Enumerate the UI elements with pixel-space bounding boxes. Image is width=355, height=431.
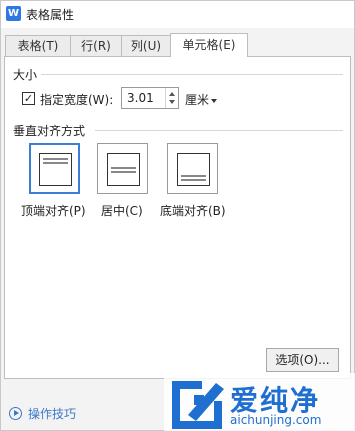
valign-section-divider <box>95 130 343 131</box>
align-line <box>181 175 206 177</box>
align-top-icon <box>39 153 72 186</box>
tab-cell[interactable]: 单元格(E) <box>170 33 248 57</box>
align-center-button[interactable] <box>97 143 148 194</box>
align-center-label[interactable]: 居中(C) <box>101 202 143 219</box>
tips-link[interactable]: 操作技巧 <box>9 405 76 422</box>
tab-column[interactable]: 列(U) <box>121 35 171 57</box>
specify-width-checkbox[interactable]: ✓ <box>22 92 35 105</box>
align-bottom-icon <box>177 153 210 186</box>
tab-table[interactable]: 表格(T) <box>5 35 71 57</box>
align-line <box>43 158 68 160</box>
tips-link-label[interactable]: 操作技巧 <box>28 407 76 421</box>
align-line <box>111 167 136 169</box>
spin-down-icon[interactable] <box>169 100 175 104</box>
align-line <box>43 162 68 164</box>
align-line <box>181 179 206 181</box>
title-bar: W 表格属性 <box>1 1 354 28</box>
wps-writer-icon: W <box>6 6 21 21</box>
align-center-icon <box>107 153 140 186</box>
spin-up-icon[interactable] <box>169 92 175 96</box>
align-top-button[interactable] <box>29 143 80 194</box>
size-section-divider <box>41 74 343 75</box>
width-value[interactable]: 3.01 <box>127 91 154 105</box>
unit-value[interactable]: 厘米 <box>185 93 209 107</box>
valign-section-title: 垂直对齐方式 <box>13 124 86 138</box>
watermark-logo-icon <box>172 381 224 429</box>
cell-tab-panel: 大小 ✓ 指定宽度(W): 3.01 厘米 垂直对齐方式 顶端对齐(P) 居中(… <box>4 56 351 379</box>
tab-row[interactable]: 行(R) <box>70 35 122 57</box>
play-circle-icon[interactable] <box>9 407 22 420</box>
table-properties-dialog: W 表格属性 表格(T) 行(R) 列(U) 单元格(E) 大小 ✓ 指定宽度(… <box>0 0 355 431</box>
unit-dropdown[interactable]: 厘米 <box>185 91 218 108</box>
watermark-url: aichunjing.com <box>230 413 322 427</box>
size-section-title: 大小 <box>13 68 38 82</box>
options-button[interactable]: 选项(O)... <box>266 348 339 372</box>
window-title: 表格属性 <box>26 8 75 22</box>
align-line <box>111 171 136 173</box>
watermark: 爱纯净 aichunjing.com <box>164 373 355 431</box>
width-spin-buttons[interactable] <box>165 88 178 108</box>
align-top-label[interactable]: 顶端对齐(P) <box>21 202 86 219</box>
width-spinbox[interactable]: 3.01 <box>121 87 179 109</box>
align-bottom-button[interactable] <box>167 143 218 194</box>
specify-width-label[interactable]: 指定宽度(W): <box>40 91 113 108</box>
align-bottom-label[interactable]: 底端对齐(B) <box>160 202 226 219</box>
chevron-down-icon[interactable] <box>211 98 218 103</box>
